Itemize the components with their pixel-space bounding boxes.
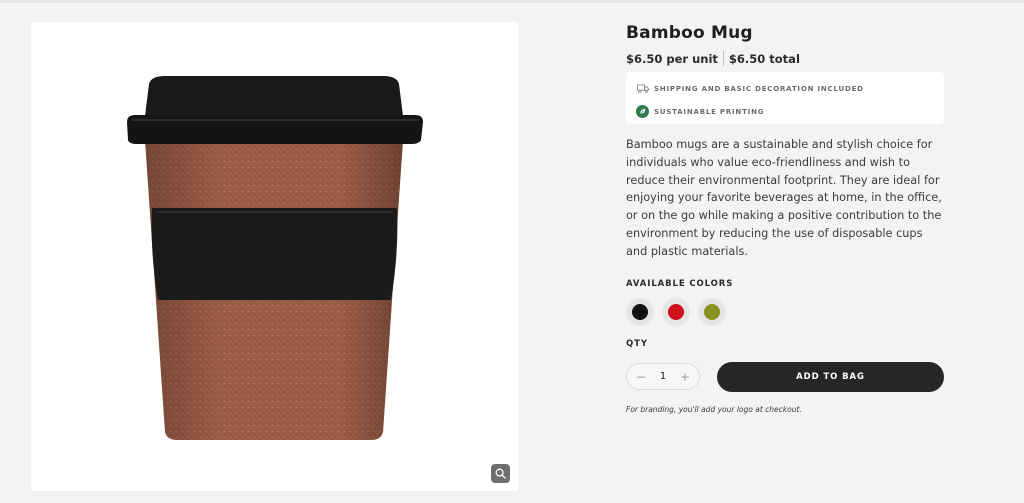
truck-icon	[636, 82, 649, 95]
product-image-panel	[31, 22, 518, 491]
color-dot-black	[632, 303, 648, 320]
product-info: Bamboo Mug $6.50 per unit $6.50 total SH…	[626, 22, 944, 414]
decrement-button[interactable]: −	[635, 370, 647, 384]
zoom-button[interactable]	[491, 464, 510, 483]
color-dot-olive	[704, 303, 720, 320]
feature-shipping: SHIPPING AND BASIC DECORATION INCLUDED	[636, 79, 934, 98]
color-swatch-red[interactable]	[662, 297, 690, 326]
increment-button[interactable]: +	[679, 370, 691, 384]
magnifier-icon	[495, 468, 506, 479]
feature-sustainable: SUSTAINABLE PRINTING	[636, 102, 934, 121]
add-to-bag-button[interactable]: ADD TO BAG	[717, 361, 944, 392]
product-title: Bamboo Mug	[626, 23, 753, 43]
features-box: SHIPPING AND BASIC DECORATION INCLUDED S…	[626, 72, 944, 124]
price-divider	[722, 51, 724, 66]
bamboo-mug-image	[127, 76, 423, 440]
color-swatch-olive[interactable]	[698, 297, 726, 326]
color-swatch-black[interactable]	[626, 297, 654, 326]
qty-label: QTY	[626, 338, 648, 349]
leaf-icon	[636, 105, 649, 118]
feature-sustainable-text: SUSTAINABLE PRINTING	[654, 107, 765, 116]
top-border	[0, 0, 1024, 3]
price-per-unit: $6.50 per unit	[626, 51, 718, 66]
color-swatches	[626, 297, 944, 326]
available-colors-label: AVAILABLE COLORS	[626, 278, 734, 289]
product-description: Bamboo mugs are a sustainable and stylis…	[626, 138, 942, 258]
feature-shipping-text: SHIPPING AND BASIC DECORATION INCLUDED	[654, 84, 864, 93]
color-dot-red	[668, 303, 684, 320]
branding-note: For branding, you'll add your logo at ch…	[626, 404, 802, 414]
qty-row: − 1 + ADD TO BAG	[626, 361, 944, 392]
price-row: $6.50 per unit $6.50 total	[626, 51, 944, 66]
quantity-value[interactable]: 1	[660, 371, 666, 382]
price-total: $6.50 total	[728, 51, 800, 66]
quantity-stepper: − 1 +	[626, 363, 700, 391]
